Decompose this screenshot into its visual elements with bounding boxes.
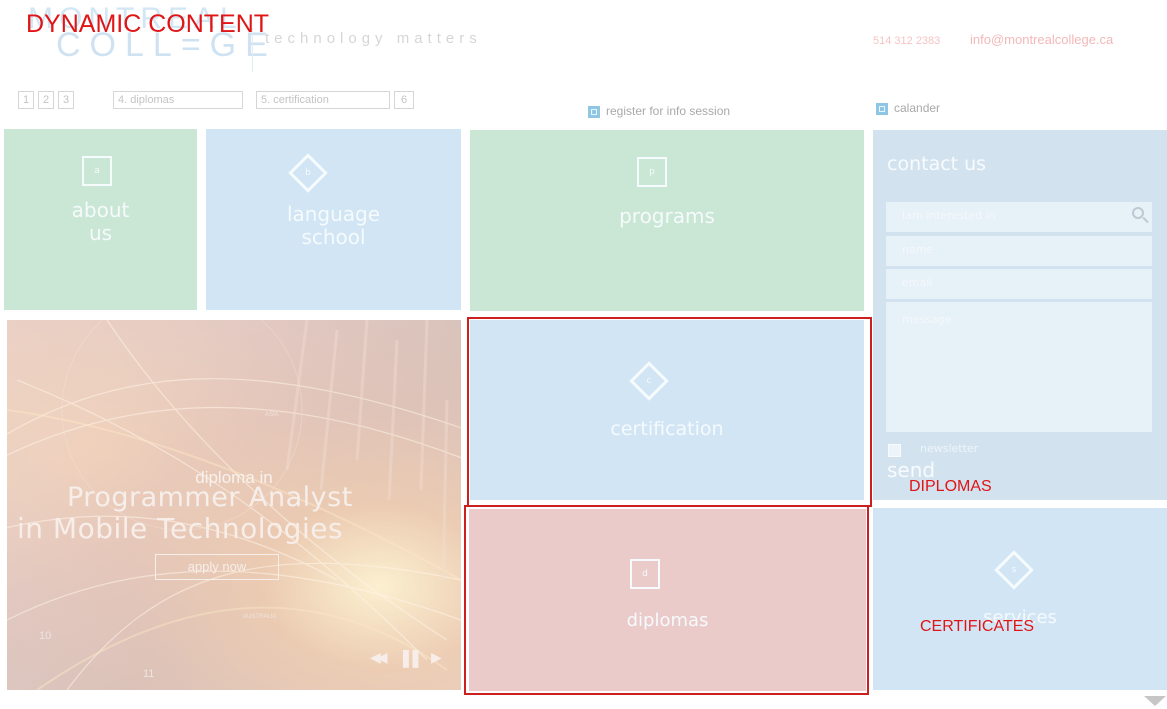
about-badge-icon: a	[82, 156, 112, 186]
hero-number-10: 10	[39, 630, 52, 642]
map-label-australia: AUSTRALIA	[243, 614, 277, 620]
language-label-line2: school	[301, 225, 366, 249]
language-label-line1: language	[286, 202, 381, 226]
newsletter-checkbox[interactable]	[888, 444, 901, 457]
tagline: technology matters	[265, 30, 482, 47]
annotation-certificates: CERTIFICATES	[920, 618, 1035, 635]
contact-title: contact us	[887, 153, 987, 175]
nav-item-1[interactable]: 1	[18, 91, 34, 109]
dynamic-content-annotation: DYNAMIC CONTENT	[26, 10, 270, 38]
hero-banner[interactable]: ASIA AUSTRALIA 10 11 diploma in Programm…	[7, 320, 461, 690]
pause-icon[interactable]: ▌▌	[403, 650, 424, 668]
nav-item-6[interactable]: 6	[394, 91, 414, 109]
tile-about-us[interactable]: a about us	[4, 129, 197, 310]
map-label-asia: ASIA	[265, 412, 279, 418]
services-badge-letter: s	[1011, 565, 1017, 575]
register-link-label: register for info session	[606, 104, 731, 118]
programs-badge-icon: p	[637, 157, 667, 187]
nav-item-2[interactable]: 2	[38, 91, 54, 109]
tile-programs[interactable]: p programs	[470, 130, 864, 311]
email-link[interactable]: info@montrealcollege.ca	[970, 32, 1113, 47]
phone-number: 514 312 2383	[873, 35, 941, 47]
next-slide-icon[interactable]: ▶	[431, 650, 442, 666]
calendar-link-label: calander	[894, 101, 941, 115]
language-badge-icon: b	[288, 153, 328, 193]
hero-title-line2: in Mobile Technologies	[17, 512, 344, 545]
hero-title-line1: Programmer Analyst	[67, 482, 353, 513]
apply-now-button[interactable]: apply now	[155, 554, 279, 580]
about-label-line2: us	[88, 221, 113, 245]
calendar-link[interactable]: calander	[876, 101, 940, 115]
tile-services[interactable]: s services	[873, 508, 1167, 690]
annotation-box-certification	[467, 317, 872, 507]
previous-slide-icon[interactable]: ◀◀	[370, 650, 387, 666]
annotation-diplomas: DIPLOMAS	[909, 478, 992, 495]
register-info-session-link[interactable]: register for info session	[588, 104, 730, 118]
newsletter-label: newsletter	[920, 442, 979, 455]
language-badge-letter: b	[305, 168, 311, 178]
message-field[interactable]: message	[886, 302, 1152, 432]
name-field[interactable]: name	[886, 236, 1152, 266]
annotation-box-diplomas	[464, 505, 869, 695]
register-icon	[588, 105, 600, 118]
email-field[interactable]: email	[886, 269, 1152, 299]
programs-label: programs	[619, 204, 715, 228]
about-label-line1: about	[71, 198, 130, 222]
services-badge-icon: s	[994, 550, 1034, 590]
nav-item-diplomas[interactable]: 4. diplomas	[113, 91, 243, 109]
scroll-down-icon[interactable]	[1144, 696, 1166, 706]
hero-number-11: 11	[143, 668, 155, 680]
nav-item-certification[interactable]: 5. certification	[256, 91, 390, 109]
interest-placeholder: Iam interested in	[902, 209, 996, 222]
calendar-icon	[876, 102, 888, 115]
nav-item-3[interactable]: 3	[58, 91, 74, 109]
search-icon[interactable]	[1132, 207, 1144, 219]
tile-language-school[interactable]: b language school	[206, 129, 461, 310]
interest-select[interactable]: Iam interested in	[886, 202, 1152, 232]
